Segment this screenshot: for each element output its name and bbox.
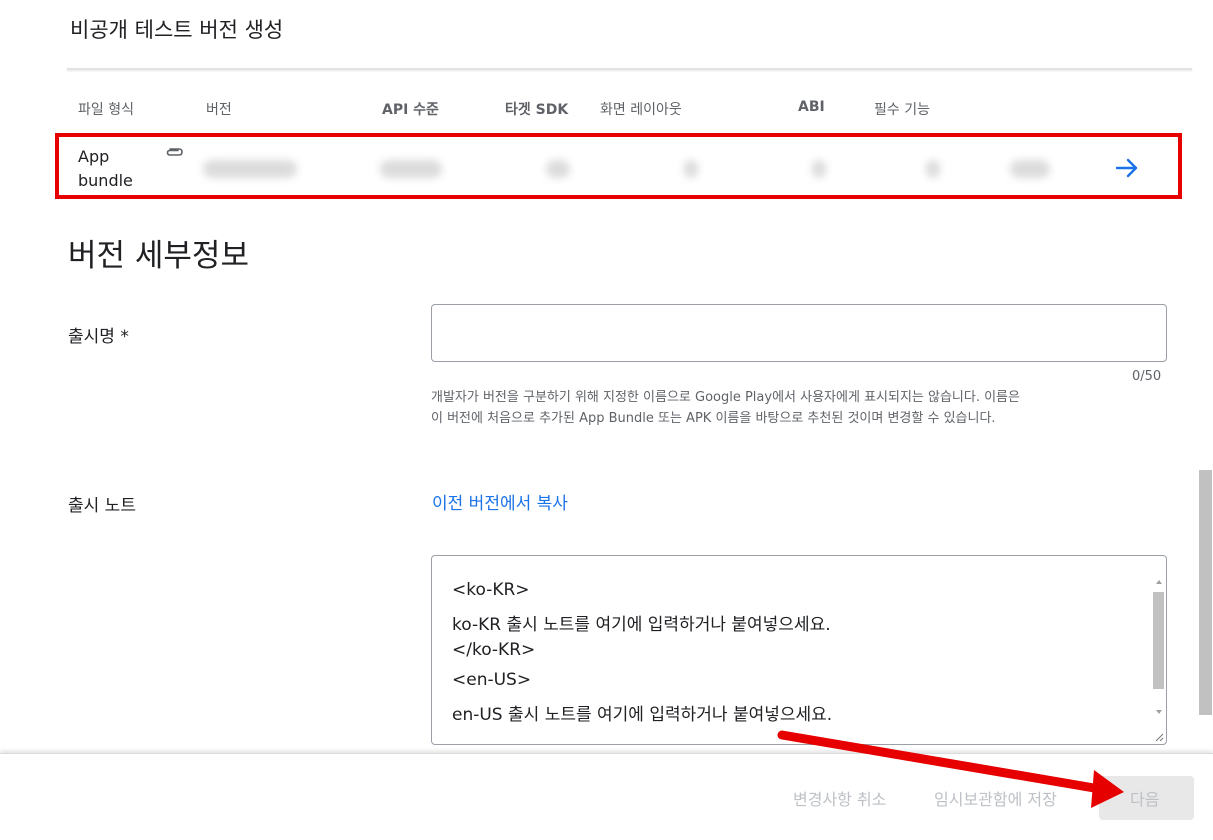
header-divider	[67, 68, 1192, 70]
column-header-version: 버전	[206, 102, 232, 118]
release-name-helper-text: 개발자가 버전을 구분하기 위해 지정한 이름으로 Google Play에서 …	[431, 387, 1171, 429]
blurred-screen-layout-value	[684, 160, 698, 178]
blurred-extra-value	[1010, 160, 1050, 178]
release-name-label: 출시명 *	[68, 327, 129, 347]
file-type-line-2: bundle	[78, 171, 133, 190]
release-notes-label: 출시 노트	[68, 496, 136, 516]
scroll-down-icon[interactable]	[1156, 710, 1162, 714]
column-header-abi: ABI	[798, 99, 825, 115]
resize-handle-icon[interactable]	[1154, 732, 1164, 742]
copy-from-previous-link[interactable]: 이전 버전에서 복사	[432, 489, 568, 514]
notes-line: ko-KR 출시 노트를 여기에 입력하거나 붙여넣으세요.	[452, 615, 831, 635]
paperclip-icon	[166, 148, 183, 156]
helper-line-1: 개발자가 버전을 구분하기 위해 지정한 이름으로 Google Play에서 …	[431, 390, 1020, 405]
next-button-label: 다음	[1130, 790, 1160, 809]
blurred-target-sdk-value	[546, 160, 570, 178]
blurred-version-value	[203, 160, 297, 178]
blurred-required-features-value	[926, 160, 940, 178]
save-draft-button[interactable]: 임시보관함에 저장	[934, 786, 1057, 810]
notes-line: </ko-KR>	[452, 640, 536, 660]
column-header-target-sdk: 타겟 SDK	[505, 102, 569, 118]
notes-line: <en-US>	[452, 670, 532, 690]
release-name-input[interactable]	[431, 304, 1167, 362]
table-row-file-type: App bundle	[78, 145, 158, 193]
notes-line: en-US 출시 노트를 여기에 입력하거나 붙여넣으세요.	[452, 705, 833, 725]
column-header-api-level: API 수준	[382, 102, 439, 118]
column-header-file-type: 파일 형식	[78, 102, 134, 118]
column-header-screen-layout: 화면 레이아웃	[600, 102, 682, 118]
blurred-abi-value	[812, 160, 826, 178]
arrow-right-icon[interactable]	[1112, 154, 1142, 182]
blurred-api-level-value	[380, 160, 442, 178]
textarea-scrollbar[interactable]	[1153, 592, 1164, 689]
release-name-counter: 0/50	[1132, 369, 1162, 384]
release-notes-textarea[interactable]: <ko-KR> ko-KR 출시 노트를 여기에 입력하거나 붙여넣으세요. <…	[431, 555, 1167, 745]
helper-line-2: 이 버전에 처음으로 추가된 App Bundle 또는 APK 이름을 바탕으…	[431, 411, 996, 426]
discard-changes-button[interactable]: 변경사항 취소	[793, 786, 886, 810]
column-header-required-features: 필수 기능	[874, 102, 930, 118]
notes-line: <ko-KR>	[452, 580, 530, 600]
page-title: 비공개 테스트 버전 생성	[70, 18, 284, 42]
page-scrollbar[interactable]	[1199, 470, 1212, 715]
scroll-up-icon[interactable]	[1156, 580, 1162, 584]
file-type-line-1: App	[78, 147, 110, 166]
section-title-version-details: 버전 세부정보	[68, 238, 249, 274]
